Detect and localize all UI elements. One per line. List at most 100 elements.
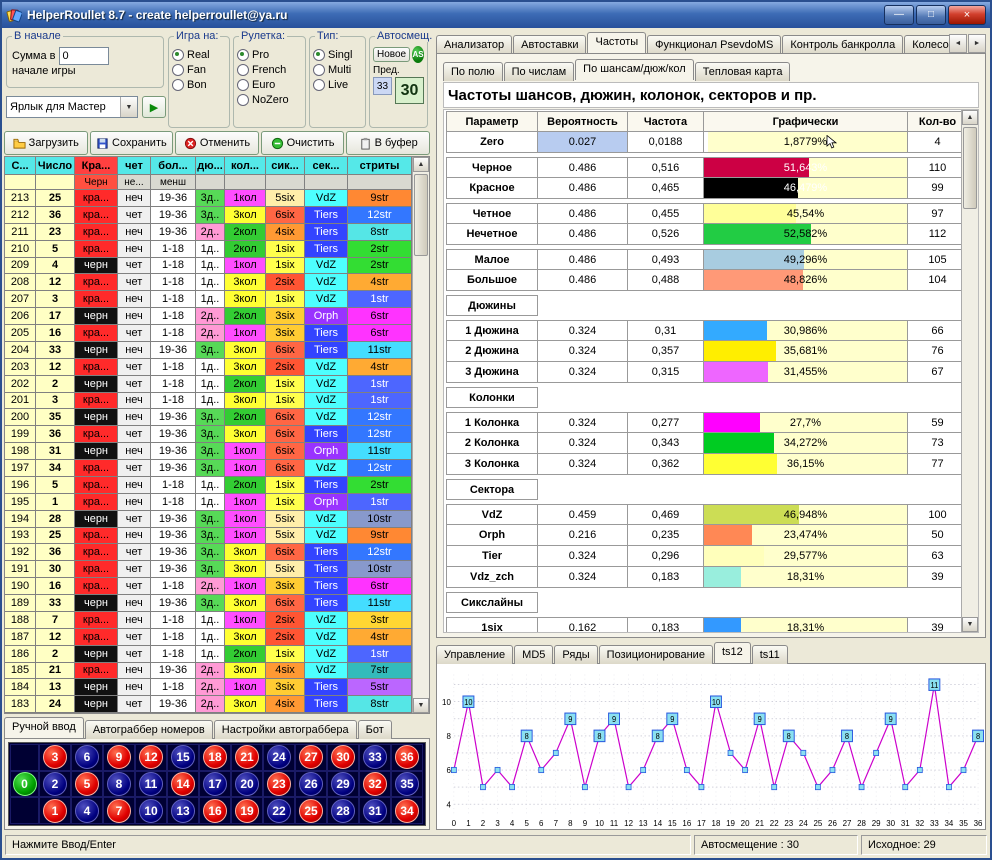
analysis-tab-4[interactable]: Контроль банкролла <box>782 35 903 53</box>
numpad-cell-36[interactable]: 36 <box>395 745 419 769</box>
history-row[interactable]: 18933черннеч19-363д..3кол6sixTiers11str <box>5 595 412 612</box>
history-row[interactable]: 18413черннеч1-182д..1кол3sixTiers5str <box>5 679 412 696</box>
scroll-down-icon[interactable]: ▼ <box>413 698 429 713</box>
numpad-cell-34[interactable]: 34 <box>395 799 419 823</box>
game-radio-1[interactable]: Fan <box>172 62 226 77</box>
analysis-tab-0[interactable]: Анализатор <box>436 35 512 53</box>
history-row[interactable]: 21325кра...неч19-363д..1кол5sixVdZ9str <box>5 190 412 207</box>
history-col-header[interactable]: дю... <box>196 157 225 175</box>
numpad-cell-10[interactable]: 10 <box>139 799 163 823</box>
history-col-header[interactable]: стриты <box>348 157 412 175</box>
scroll-track[interactable] <box>962 125 978 617</box>
history-row[interactable]: 2013кра...неч1-181д..3кол1sixVdZ1str <box>5 393 412 410</box>
scroll-track[interactable] <box>413 172 429 698</box>
to-clipboard-button[interactable]: В буфер <box>346 131 430 155</box>
analysis-tab-3[interactable]: Функционал PsevdoMS <box>647 35 781 53</box>
preset-combobox[interactable]: Ярлык для Мастер ▼ <box>6 96 138 118</box>
input-tab-3[interactable]: Бот <box>358 720 392 739</box>
freq-tab-0[interactable]: По полю <box>443 62 503 81</box>
close-button[interactable]: × <box>948 5 986 25</box>
new-autoshift-button[interactable]: Новое <box>373 47 410 62</box>
series-tab-0[interactable]: Управление <box>436 645 513 664</box>
analysis-tab-5[interactable]: Колесо рулет <box>904 35 949 53</box>
start-sum-input[interactable] <box>59 47 109 65</box>
history-row[interactable]: 20035черннеч19-363д..2кол6sixVdZ12str <box>5 409 412 426</box>
freq-tab-2[interactable]: По шансам/дюж/кол <box>575 59 694 80</box>
history-row[interactable]: 1862чернчет1-181д..2кол1sixVdZ1str <box>5 646 412 663</box>
scroll-down-icon[interactable]: ▼ <box>962 617 978 632</box>
save-button[interactable]: Сохранить <box>90 131 174 155</box>
numpad-cell-20[interactable]: 20 <box>235 772 259 796</box>
history-scrollbar[interactable]: ▲ ▼ <box>412 157 429 713</box>
history-row[interactable]: 18521кра...неч19-362д..3кол4sixVdZ7str <box>5 663 412 680</box>
numpad-cell-16[interactable]: 16 <box>203 799 227 823</box>
scroll-up-icon[interactable]: ▲ <box>413 157 429 172</box>
numpad-cell-2[interactable]: 2 <box>43 772 67 796</box>
input-tab-0[interactable]: Ручной ввод <box>4 717 84 738</box>
numpad-cell-19[interactable]: 19 <box>235 799 259 823</box>
history-row[interactable]: 20617черннеч1-182д..2кол3sixOrph6str <box>5 308 412 325</box>
numpad-cell-32[interactable]: 32 <box>363 772 387 796</box>
history-row[interactable]: 19236кра...чет19-363д..3кол6sixTiers12st… <box>5 544 412 561</box>
history-row[interactable]: 21236кра...чет19-363д..3кол6sixTiers12st… <box>5 207 412 224</box>
numpad-cell-33[interactable]: 33 <box>363 745 387 769</box>
numpad-cell-29[interactable]: 29 <box>331 772 355 796</box>
series-tab-4[interactable]: ts12 <box>714 642 751 663</box>
numpad-cell-4[interactable]: 4 <box>75 799 99 823</box>
history-row[interactable]: 19325кра...неч19-363д..1кол5sixVdZ9str <box>5 528 412 545</box>
analysis-tab-1[interactable]: Автоставки <box>513 35 586 53</box>
numpad-cell-17[interactable]: 17 <box>203 772 227 796</box>
numpad-cell-21[interactable]: 21 <box>235 745 259 769</box>
minimize-button[interactable]: — <box>884 5 914 25</box>
numpad-cell-3[interactable]: 3 <box>43 745 67 769</box>
history-row[interactable]: 19734кра...чет19-363д..1кол6sixVdZ12str <box>5 460 412 477</box>
history-row[interactable]: 2073кра...неч1-181д..3кол1sixVdZ1str <box>5 291 412 308</box>
numpad-cell-18[interactable]: 18 <box>203 745 227 769</box>
numpad-cell-8[interactable]: 8 <box>107 772 131 796</box>
history-col-header[interactable]: бол... <box>151 157 196 175</box>
history-row[interactable]: 1951кра...неч1-181д..1кол1sixOrph1str <box>5 494 412 511</box>
numpad-cell-35[interactable]: 35 <box>395 772 419 796</box>
numpad-cell-5[interactable]: 5 <box>75 772 99 796</box>
numpad-cell-12[interactable]: 12 <box>139 745 163 769</box>
tab-scroll-left-icon[interactable]: ◄ <box>949 34 967 53</box>
analysis-tab-2[interactable]: Частоты <box>587 32 646 53</box>
numpad-cell-0[interactable]: 0 <box>13 772 37 796</box>
series-tab-3[interactable]: Позиционирование <box>599 645 713 664</box>
roulette-radio-3[interactable]: NoZero <box>237 92 302 107</box>
history-row[interactable]: 2105кра...неч1-181д..2кол1sixTiers2str <box>5 241 412 258</box>
history-col-header[interactable]: сек... <box>305 157 348 175</box>
game-radio-0[interactable]: Real <box>172 47 226 62</box>
play-button[interactable]: ▶ <box>142 96 166 118</box>
history-row[interactable]: 19428чернчет19-363д..1кол5sixVdZ10str <box>5 511 412 528</box>
mode-radio-1[interactable]: Multi <box>313 62 362 77</box>
series-tab-1[interactable]: MD5 <box>514 645 553 664</box>
freq-tab-3[interactable]: Тепловая карта <box>695 62 791 81</box>
numpad-cell-6[interactable]: 6 <box>75 745 99 769</box>
history-row[interactable]: 20812кра...чет1-181д..3кол2sixVdZ4str <box>5 274 412 291</box>
history-row[interactable]: 20312кра...чет1-181д..3кол2sixVdZ4str <box>5 359 412 376</box>
history-row[interactable]: 21123кра...неч19-362д..2кол4sixTiers8str <box>5 224 412 241</box>
numpad-cell-26[interactable]: 26 <box>299 772 323 796</box>
input-tab-1[interactable]: Автограббер номеров <box>85 720 213 739</box>
history-col-header[interactable]: Число <box>36 157 75 175</box>
numpad-cell-14[interactable]: 14 <box>171 772 195 796</box>
numpad-cell-30[interactable]: 30 <box>331 745 355 769</box>
history-row[interactable]: 19936кра...чет19-363д..3кол6sixTiers12st… <box>5 426 412 443</box>
clear-button[interactable]: Очистить <box>261 131 345 155</box>
numpad-cell-9[interactable]: 9 <box>107 745 131 769</box>
mode-radio-0[interactable]: Singl <box>313 47 362 62</box>
history-col-header[interactable]: сик... <box>266 157 305 175</box>
history-row[interactable]: 19130кра...чет19-363д..3кол5sixTiers10st… <box>5 561 412 578</box>
numpad-cell-24[interactable]: 24 <box>267 745 291 769</box>
numpad-cell-27[interactable]: 27 <box>299 745 323 769</box>
numpad-cell-15[interactable]: 15 <box>171 745 195 769</box>
numpad-cell-7[interactable]: 7 <box>107 799 131 823</box>
history-row[interactable]: 2022чернчет1-181д..2кол1sixVdZ1str <box>5 376 412 393</box>
numpad-cell-28[interactable]: 28 <box>331 799 355 823</box>
history-row[interactable]: 1887кра...неч1-181д..1кол2sixVdZ3str <box>5 612 412 629</box>
roulette-radio-0[interactable]: Pro <box>237 47 302 62</box>
history-col-header[interactable]: С... <box>5 157 36 175</box>
game-radio-2[interactable]: Bon <box>172 77 226 92</box>
dropdown-arrow-icon[interactable]: ▼ <box>120 97 137 117</box>
